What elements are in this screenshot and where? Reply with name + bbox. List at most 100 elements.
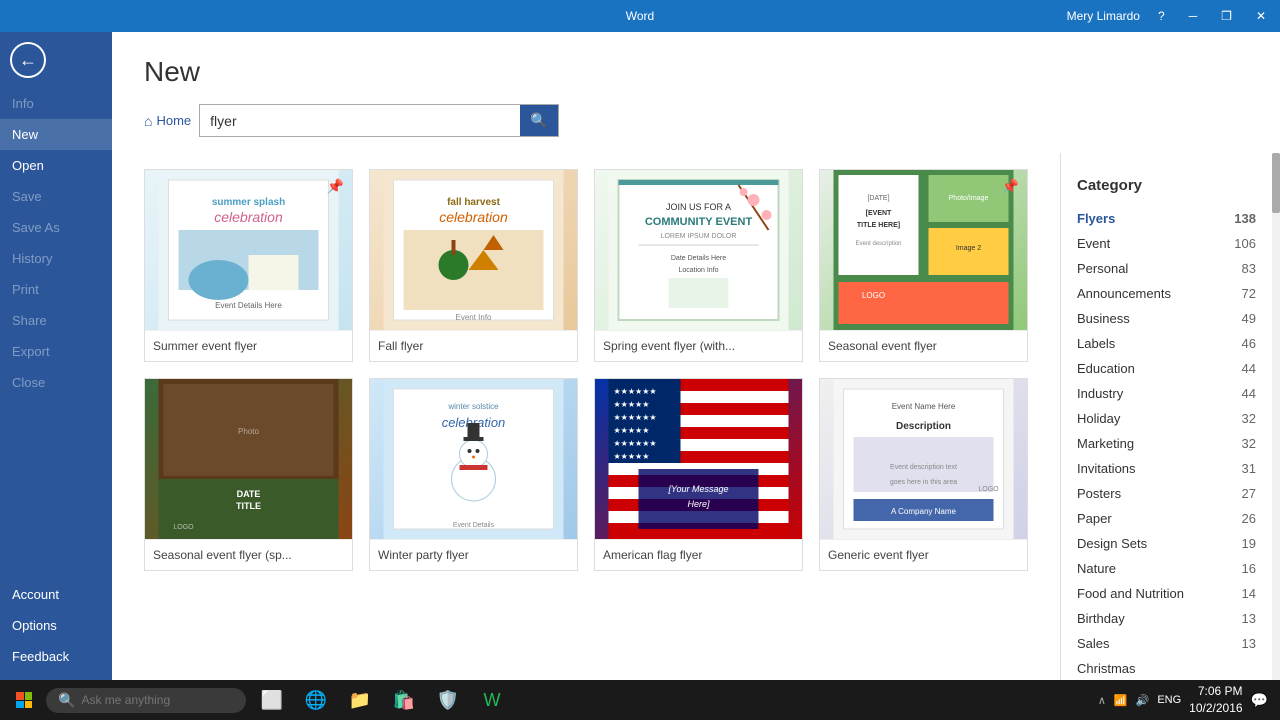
- sidebar-item-share[interactable]: Share: [0, 305, 112, 336]
- category-count: 44: [1242, 386, 1256, 401]
- category-item-labels[interactable]: Labels 46: [1061, 331, 1272, 356]
- minimize-button[interactable]: ─: [1183, 7, 1204, 25]
- svg-text:TITLE HERE]: TITLE HERE]: [857, 222, 900, 229]
- templates-grid: summer splash celebration Event Details …: [112, 153, 1060, 680]
- template-thumbnail: winter solstice celebration: [370, 379, 577, 539]
- svg-text:★★★★★★: ★★★★★★: [614, 387, 657, 396]
- category-label: Event: [1077, 236, 1110, 251]
- main-header: New ⌂ Home 🔍: [112, 32, 1280, 153]
- category-item-food-nutrition[interactable]: Food and Nutrition 14: [1061, 581, 1272, 606]
- category-item-design-sets[interactable]: Design Sets 19: [1061, 531, 1272, 556]
- category-item-announcements[interactable]: Announcements 72: [1061, 281, 1272, 306]
- svg-text:A Company Name: A Company Name: [891, 507, 956, 516]
- start-button[interactable]: [4, 680, 44, 720]
- svg-text:Location Info: Location Info: [678, 267, 718, 274]
- close-button[interactable]: ✕: [1250, 7, 1272, 25]
- scrollbar-track[interactable]: [1272, 153, 1280, 680]
- template-card[interactable]: winter solstice celebration: [369, 378, 578, 571]
- svg-text:Photo: Photo: [238, 427, 259, 436]
- scrollbar-thumb[interactable]: [1272, 153, 1280, 213]
- category-label: Christmas: [1077, 661, 1136, 676]
- category-item-personal[interactable]: Personal 83: [1061, 256, 1272, 281]
- category-panel: Category Flyers 138 Event 106 Personal 8…: [1060, 153, 1280, 680]
- category-item-posters[interactable]: Posters 27: [1061, 481, 1272, 506]
- category-label: Labels: [1077, 336, 1115, 351]
- sidebar-item-open[interactable]: Open: [0, 150, 112, 181]
- explorer-button[interactable]: 📁: [340, 680, 380, 720]
- main-content: New ⌂ Home 🔍: [112, 32, 1280, 680]
- task-view-button[interactable]: ⬜: [252, 680, 292, 720]
- category-label: Personal: [1077, 261, 1128, 276]
- template-card[interactable]: JOIN US FOR A COMMUNITY EVENT LOREM IPSU…: [594, 169, 803, 362]
- taskbar-clock[interactable]: 7:06 PM 10/2/2016: [1189, 683, 1242, 717]
- template-thumbnail: Event Name Here Description Event descri…: [820, 379, 1027, 539]
- search-button[interactable]: 🔍: [520, 105, 557, 136]
- category-item-christmas[interactable]: Christmas: [1061, 656, 1272, 680]
- svg-text:goes here in this area: goes here in this area: [890, 479, 957, 486]
- category-item-paper[interactable]: Paper 26: [1061, 506, 1272, 531]
- template-card[interactable]: Event Name Here Description Event descri…: [819, 378, 1028, 571]
- sidebar-item-account[interactable]: Account: [0, 579, 112, 610]
- template-card[interactable]: [DATE] [EVENT TITLE HERE] Event descript…: [819, 169, 1028, 362]
- word-button[interactable]: W: [472, 680, 512, 720]
- category-item-flyers[interactable]: Flyers 138: [1061, 206, 1272, 231]
- category-item-sales[interactable]: Sales 13: [1061, 631, 1272, 656]
- svg-text:LOGO: LOGO: [862, 291, 885, 300]
- sidebar: ← Info New Open Save Save As History Pri…: [0, 32, 112, 680]
- sidebar-bottom: Account Options Feedback: [0, 579, 112, 680]
- system-tray[interactable]: ∧: [1098, 694, 1106, 707]
- template-card[interactable]: Photo DATE TITLE LOGO Seasonal event fly…: [144, 378, 353, 571]
- category-item-birthday[interactable]: Birthday 13: [1061, 606, 1272, 631]
- category-item-business[interactable]: Business 49: [1061, 306, 1272, 331]
- category-scrollbar: Category Flyers 138 Event 106 Personal 8…: [1061, 153, 1280, 680]
- security-button[interactable]: 🛡️: [428, 680, 468, 720]
- svg-text:[EVENT: [EVENT: [866, 210, 892, 217]
- edge-button[interactable]: 🌐: [296, 680, 336, 720]
- home-link[interactable]: ⌂ Home: [144, 113, 191, 129]
- svg-text:winter solstice: winter solstice: [447, 402, 499, 411]
- category-item-event[interactable]: Event 106: [1061, 231, 1272, 256]
- category-label: Birthday: [1077, 611, 1125, 626]
- template-label: Spring event flyer (with...: [595, 330, 802, 361]
- category-count: 44: [1242, 361, 1256, 376]
- template-card[interactable]: fall harvest celebration Event Info Fall…: [369, 169, 578, 362]
- svg-text:Event Info: Event Info: [455, 313, 492, 322]
- svg-text:[DATE]: [DATE]: [867, 195, 889, 202]
- category-label: Business: [1077, 311, 1130, 326]
- time-display: 7:06 PM: [1189, 683, 1242, 700]
- sidebar-item-info[interactable]: Info: [0, 88, 112, 119]
- sidebar-item-save[interactable]: Save: [0, 181, 112, 212]
- search-input[interactable]: [200, 107, 520, 135]
- template-card[interactable]: ★★★★★★ ★★★★★ ★★★★★★ ★★★★★ ★★★★★★ ★★★★★ […: [594, 378, 803, 571]
- sidebar-item-export[interactable]: Export: [0, 336, 112, 367]
- category-item-nature[interactable]: Nature 16: [1061, 556, 1272, 581]
- taskbar-search-input[interactable]: [81, 693, 221, 707]
- category-title: Category: [1061, 161, 1272, 206]
- taskbar-right: ∧ 📶 🔊 ENG 7:06 PM 10/2/2016 💬: [1098, 683, 1276, 717]
- sidebar-item-new[interactable]: New: [0, 119, 112, 150]
- taskbar-search-bar[interactable]: 🔍: [46, 688, 246, 713]
- sidebar-item-saveas[interactable]: Save As: [0, 212, 112, 243]
- category-item-marketing[interactable]: Marketing 32: [1061, 431, 1272, 456]
- sidebar-item-history[interactable]: History: [0, 243, 112, 274]
- svg-text:celebration: celebration: [439, 209, 508, 225]
- pin-icon: 📌: [327, 178, 344, 195]
- category-label: Flyers: [1077, 211, 1115, 226]
- sidebar-item-close[interactable]: Close: [0, 367, 112, 398]
- sidebar-item-print[interactable]: Print: [0, 274, 112, 305]
- category-count: 13: [1242, 636, 1256, 651]
- template-card[interactable]: summer splash celebration Event Details …: [144, 169, 353, 362]
- back-button[interactable]: ←: [0, 32, 56, 88]
- category-item-holiday[interactable]: Holiday 32: [1061, 406, 1272, 431]
- sidebar-item-feedback[interactable]: Feedback: [0, 641, 112, 672]
- help-button[interactable]: ?: [1152, 7, 1171, 25]
- restore-button[interactable]: ❐: [1215, 7, 1238, 25]
- category-item-invitations[interactable]: Invitations 31: [1061, 456, 1272, 481]
- notification-icon[interactable]: 💬: [1251, 692, 1268, 709]
- category-item-education[interactable]: Education 44: [1061, 356, 1272, 381]
- sidebar-item-options[interactable]: Options: [0, 610, 112, 641]
- svg-text:celebration: celebration: [214, 209, 283, 225]
- store-button[interactable]: 🛍️: [384, 680, 424, 720]
- sidebar-nav: Info New Open Save Save As History Print…: [0, 88, 112, 579]
- category-item-industry[interactable]: Industry 44: [1061, 381, 1272, 406]
